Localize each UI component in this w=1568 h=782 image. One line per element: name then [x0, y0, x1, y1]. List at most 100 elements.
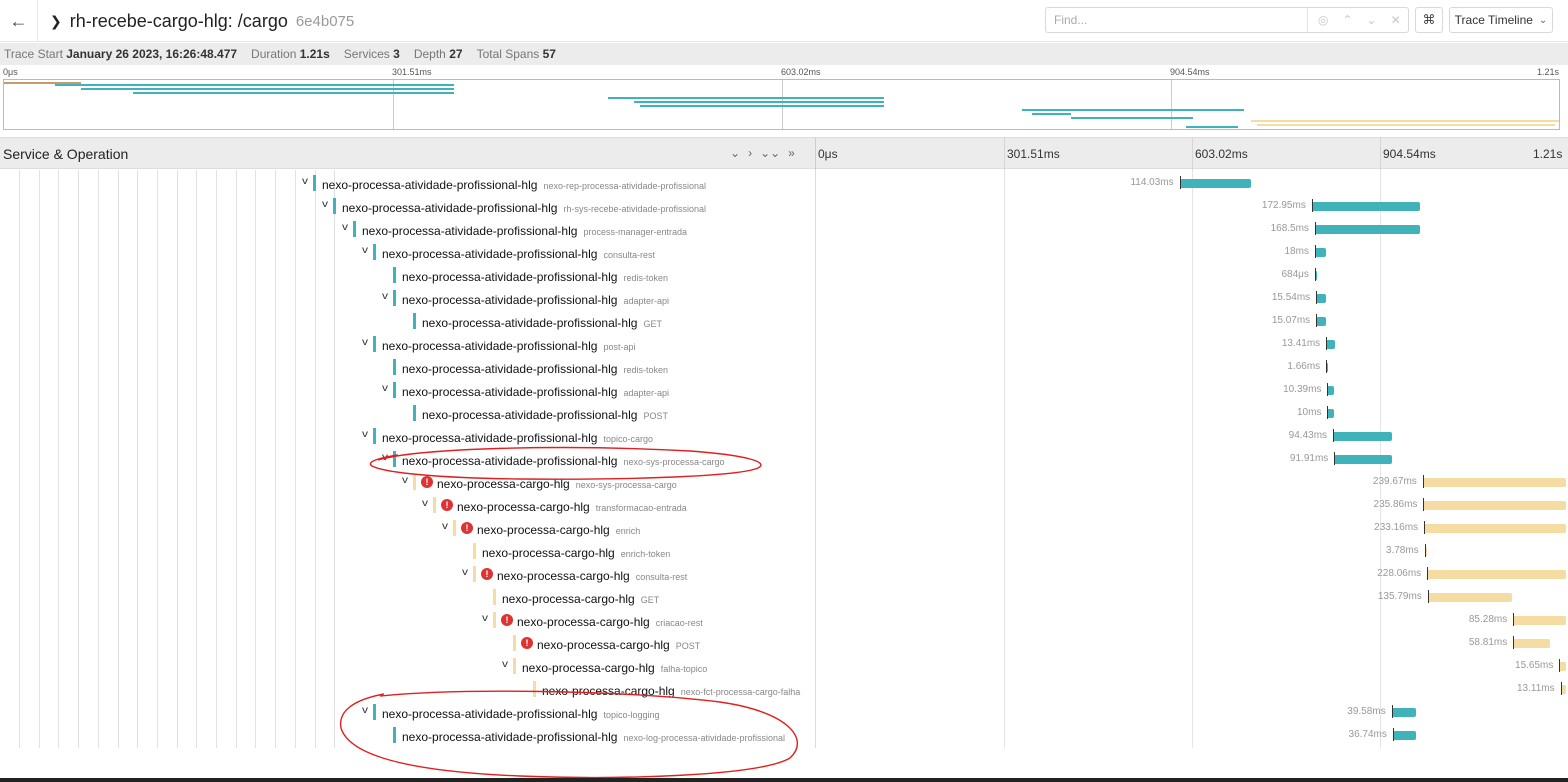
span-label[interactable]: nexo-processa-atividade-profissional-hlg… — [402, 383, 669, 401]
span-label[interactable]: nexo-processa-atividade-profissional-hlg… — [422, 406, 668, 424]
span-label[interactable]: nexo-processa-cargo-hlg nexo-sys-processa… — [437, 475, 677, 493]
chevron-down-icon[interactable]: ⌄ — [1367, 13, 1377, 27]
span-row[interactable]: nexo-processa-atividade-profissional-hlg… — [0, 355, 1568, 378]
span-bar[interactable] — [1314, 225, 1420, 234]
span-row[interactable]: v nexo-processa-atividade-profissional-hl… — [0, 424, 1568, 447]
span-row[interactable]: v! nexo-processa-cargo-hlg nexo-sys-proces… — [0, 470, 1568, 493]
span-row[interactable]: v nexo-processa-atividade-profissional-hl… — [0, 700, 1568, 723]
span-label[interactable]: nexo-processa-cargo-hlg consulta-rest — [497, 567, 687, 585]
span-row[interactable]: v! nexo-processa-cargo-hlg consulta-rest 22… — [0, 562, 1568, 585]
span-bar[interactable] — [1314, 248, 1327, 257]
span-bar[interactable] — [1392, 731, 1416, 740]
span-row[interactable]: nexo-processa-cargo-hlg GET 135.79ms — [0, 585, 1568, 608]
span-bar[interactable] — [1311, 202, 1420, 211]
back-button[interactable]: ← — [0, 0, 38, 42]
span-bar[interactable] — [1427, 570, 1566, 579]
span-row[interactable]: v nexo-processa-atividade-profissional-hl… — [0, 194, 1568, 217]
span-label[interactable]: nexo-processa-cargo-hlg falha-topico — [522, 659, 707, 677]
span-row[interactable]: v nexo-processa-atividade-profissional-hl… — [0, 447, 1568, 470]
span-label[interactable]: nexo-processa-atividade-profissional-hlg… — [382, 337, 635, 355]
span-bar[interactable] — [1334, 455, 1392, 464]
span-label[interactable]: nexo-processa-atividade-profissional-hlg… — [382, 705, 660, 723]
trace-title[interactable]: ❯ rh-recebe-cargo-hlg: /cargo 6e4b075 — [50, 8, 354, 34]
chevron-down-icon[interactable]: v — [359, 337, 371, 348]
span-label[interactable]: nexo-processa-cargo-hlg enrich-token — [482, 544, 670, 562]
chevron-down-icon[interactable]: v — [479, 613, 491, 624]
span-row[interactable]: v nexo-processa-atividade-profissional-hl… — [0, 286, 1568, 309]
span-label[interactable]: nexo-processa-cargo-hlg transformacao-ent… — [457, 498, 687, 516]
span-bar[interactable] — [1424, 524, 1566, 533]
span-row[interactable]: v nexo-processa-atividade-profissional-hl… — [0, 332, 1568, 355]
span-row[interactable]: v nexo-processa-atividade-profissional-hl… — [0, 217, 1568, 240]
trace-minimap[interactable] — [3, 79, 1560, 130]
span-label[interactable]: nexo-processa-atividade-profissional-hlg… — [402, 728, 785, 746]
span-row[interactable]: v nexo-processa-atividade-profissional-hl… — [0, 240, 1568, 263]
collapse-one-icon[interactable]: ⌄ — [730, 146, 740, 160]
find-input[interactable] — [1046, 8, 1308, 32]
span-label[interactable]: nexo-processa-atividade-profissional-hlg… — [402, 268, 668, 286]
span-row[interactable]: v nexo-processa-atividade-profissional-hl… — [0, 171, 1568, 194]
span-label[interactable]: nexo-processa-cargo-hlg enrich — [477, 521, 640, 539]
chevron-down-icon[interactable]: v — [499, 659, 511, 670]
locate-icon[interactable]: ◎ — [1318, 13, 1328, 27]
close-icon[interactable]: ✕ — [1391, 13, 1401, 27]
chevron-down-icon[interactable]: v — [379, 291, 391, 302]
span-row[interactable]: nexo-processa-atividade-profissional-hlg… — [0, 309, 1568, 332]
span-bar[interactable] — [1513, 639, 1550, 648]
span-label[interactable]: nexo-processa-atividade-profissional-hlg… — [402, 291, 669, 309]
expand-one-icon[interactable]: › — [748, 146, 752, 160]
chevron-down-icon[interactable]: v — [379, 383, 391, 394]
collapse-all-icon[interactable]: ⌄⌄ — [760, 146, 780, 160]
span-label[interactable]: nexo-processa-atividade-profissional-hlg… — [402, 452, 725, 470]
span-bar[interactable] — [1513, 616, 1566, 625]
span-bar[interactable] — [1316, 294, 1326, 303]
chevron-down-icon[interactable]: v — [359, 245, 371, 256]
span-row[interactable]: nexo-processa-atividade-profissional-hlg… — [0, 263, 1568, 286]
chevron-down-icon[interactable]: v — [319, 199, 331, 210]
span-row[interactable]: nexo-processa-atividade-profissional-hlg… — [0, 401, 1568, 424]
span-row[interactable]: v nexo-processa-atividade-profissional-hl… — [0, 378, 1568, 401]
span-label[interactable]: nexo-processa-cargo-hlg criacao-rest — [517, 613, 703, 631]
chevron-down-icon[interactable]: v — [359, 705, 371, 716]
span-bar[interactable] — [1179, 179, 1251, 188]
span-row[interactable]: v! nexo-processa-cargo-hlg enrich 233.16ms — [0, 516, 1568, 539]
chevron-down-icon[interactable]: v — [459, 567, 471, 578]
column-resizer[interactable] — [815, 138, 816, 170]
span-bar[interactable] — [1391, 708, 1417, 717]
view-selector[interactable]: Trace Timeline ⌄ — [1449, 7, 1553, 33]
expand-all-icon[interactable]: » — [788, 146, 795, 160]
span-label[interactable]: nexo-processa-atividade-profissional-hlg… — [422, 314, 662, 332]
keyboard-shortcuts-button[interactable]: ⌘ — [1415, 7, 1443, 33]
span-label[interactable]: nexo-processa-atividade-profissional-hlg… — [402, 360, 668, 378]
span-bar[interactable] — [1316, 317, 1326, 326]
span-label[interactable]: nexo-processa-cargo-hlg GET — [502, 590, 659, 608]
span-label[interactable]: nexo-processa-cargo-hlg POST — [537, 636, 700, 654]
span-bar[interactable] — [1333, 432, 1392, 441]
chevron-down-icon[interactable]: v — [299, 176, 311, 187]
span-bar[interactable] — [1427, 593, 1513, 602]
span-bar[interactable] — [1423, 501, 1566, 510]
chevron-down-icon[interactable]: v — [359, 429, 371, 440]
span-label[interactable]: nexo-processa-cargo-hlg nexo-fct-processa… — [542, 682, 800, 700]
span-row[interactable]: nexo-processa-atividade-profissional-hlg… — [0, 723, 1568, 746]
span-label[interactable]: nexo-processa-atividade-profissional-hlg… — [382, 429, 653, 447]
span-bar[interactable] — [1326, 340, 1335, 349]
span-row[interactable]: v! nexo-processa-cargo-hlg criacao-rest 85.… — [0, 608, 1568, 631]
span-row[interactable]: nexo-processa-cargo-hlg nexo-fct-processa… — [0, 677, 1568, 700]
span-row[interactable]: nexo-processa-cargo-hlg enrich-token 3.78m… — [0, 539, 1568, 562]
chevron-down-icon[interactable]: ❯ — [50, 13, 62, 30]
chevron-up-icon[interactable]: ⌃ — [1342, 13, 1352, 27]
span-label[interactable]: nexo-processa-atividade-profissional-hlg… — [322, 176, 706, 194]
span-row[interactable]: v! nexo-processa-cargo-hlg transformacao-e… — [0, 493, 1568, 516]
chevron-down-icon[interactable]: v — [379, 452, 391, 463]
span-bar[interactable] — [1422, 478, 1566, 487]
span-label[interactable]: nexo-processa-atividade-profissional-hlg… — [342, 199, 706, 217]
span-row[interactable]: v nexo-processa-cargo-hlg falha-topico 15.6… — [0, 654, 1568, 677]
span-label[interactable]: nexo-processa-atividade-profissional-hlg… — [382, 245, 655, 263]
span-label[interactable]: nexo-processa-atividade-profissional-hlg… — [362, 222, 687, 240]
span-row[interactable]: ! nexo-processa-cargo-hlg POST 58.81ms — [0, 631, 1568, 654]
chevron-down-icon[interactable]: v — [339, 222, 351, 233]
chevron-down-icon[interactable]: v — [399, 475, 411, 486]
chevron-down-icon[interactable]: v — [439, 521, 451, 532]
chevron-down-icon[interactable]: v — [419, 498, 431, 509]
